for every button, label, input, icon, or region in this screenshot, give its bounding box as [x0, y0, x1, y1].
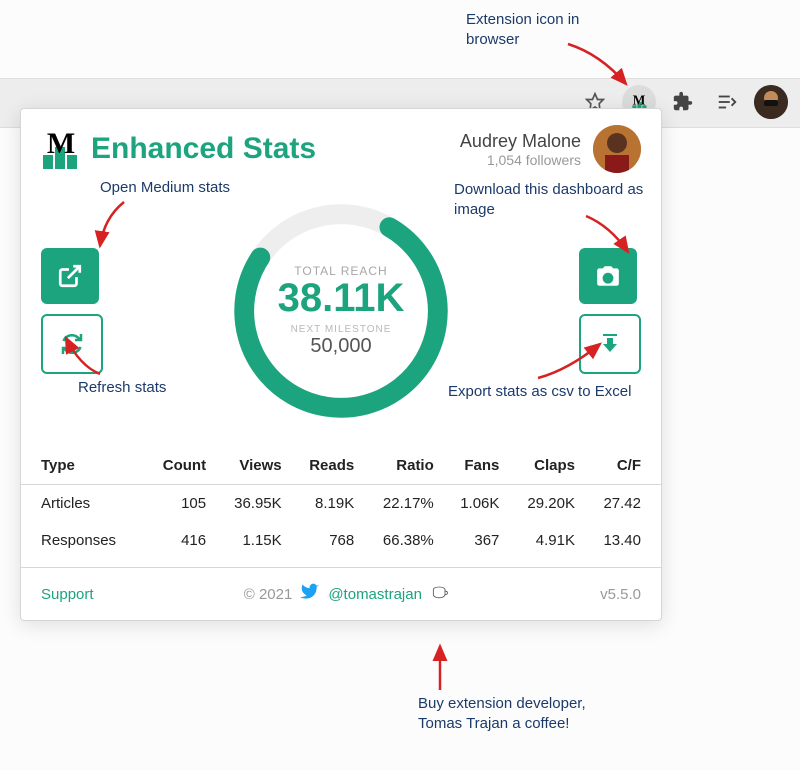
reach-gauge: TOTAL REACH 38.11K NEXT MILESTONE 50,000 — [231, 201, 451, 421]
export-csv-button[interactable] — [579, 314, 641, 374]
reach-value: 38.11K — [278, 278, 405, 318]
next-milestone-label: NEXT MILESTONE — [291, 324, 392, 335]
user-followers: 1,054 followers — [460, 152, 581, 168]
th-claps: Claps — [507, 447, 583, 485]
support-link[interactable]: Support — [41, 586, 94, 603]
coffee-icon[interactable] — [430, 582, 450, 606]
th-count: Count — [144, 447, 215, 485]
medium-logo-icon: M — [41, 129, 81, 169]
user-name: Audrey Malone — [460, 131, 581, 152]
reading-list-icon[interactable] — [710, 85, 744, 119]
th-ratio: Ratio — [362, 447, 442, 485]
version: v5.5.0 — [600, 586, 641, 603]
copyright: © 2021 — [244, 586, 293, 603]
th-views: Views — [214, 447, 290, 485]
svg-text:M: M — [47, 129, 75, 160]
annotation-export-csv: Export stats as csv to Excel — [448, 382, 631, 402]
puzzle-icon[interactable] — [666, 85, 700, 119]
annotation-refresh: Refresh stats — [78, 378, 166, 398]
popup-footer: Support © 2021 @tomastrajan v5.5.0 — [21, 568, 661, 620]
user-block: Audrey Malone 1,054 followers — [460, 125, 641, 173]
table-row: Articles 105 36.95K 8.19K 22.17% 1.06K 2… — [21, 485, 661, 523]
user-avatar — [593, 125, 641, 173]
annotation-download-image: Download this dashboard as image — [454, 180, 644, 219]
table-row: Responses 416 1.15K 768 66.38% 367 4.91K… — [21, 522, 661, 568]
refresh-stats-button[interactable] — [41, 314, 103, 374]
popup-title: M Enhanced Stats — [41, 129, 316, 169]
twitter-handle[interactable]: @tomastrajan — [328, 586, 422, 603]
stats-table: Type Count Views Reads Ratio Fans Claps … — [21, 447, 661, 568]
profile-avatar-toolbar[interactable] — [754, 85, 788, 119]
th-fans: Fans — [442, 447, 508, 485]
open-medium-stats-button[interactable] — [41, 248, 99, 304]
th-reads: Reads — [290, 447, 363, 485]
annotation-coffee: Buy extension developer, Tomas Trajan a … — [418, 694, 598, 733]
popup-title-text: Enhanced Stats — [91, 132, 316, 166]
twitter-icon[interactable] — [300, 582, 320, 606]
download-image-button[interactable] — [579, 248, 637, 304]
th-type: Type — [21, 447, 144, 485]
annotation-extension-icon: Extension icon in browser — [466, 10, 636, 49]
th-cf: C/F — [583, 447, 661, 485]
arrow-icon — [420, 640, 460, 696]
next-milestone-value: 50,000 — [310, 335, 371, 358]
svg-text:M: M — [633, 93, 646, 108]
annotation-open-stats: Open Medium stats — [100, 178, 230, 198]
